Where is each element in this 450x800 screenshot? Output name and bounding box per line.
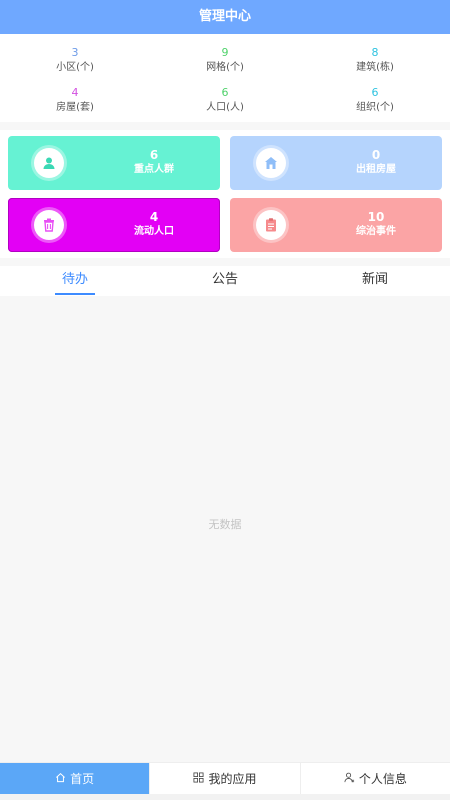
user-icon — [344, 772, 355, 786]
stat-value: 9 — [221, 46, 229, 59]
bottom-tabbar: 首页 我的应用 个人信息 — [0, 762, 450, 794]
stat-community[interactable]: 3 小区(个) — [0, 40, 150, 80]
tab-news[interactable]: 新闻 — [300, 266, 450, 296]
card-label: 出租房屋 — [356, 164, 396, 175]
tabbar-home[interactable]: 首页 — [0, 763, 151, 794]
stat-population[interactable]: 6 人口(人) — [150, 80, 300, 120]
grid-icon — [193, 772, 204, 786]
stat-value: 8 — [371, 46, 379, 59]
card-value: 4 — [149, 210, 159, 224]
page-title: 管理中心 — [198, 9, 251, 24]
tab-todo[interactable]: 待办 — [0, 266, 150, 296]
tabbar-profile[interactable]: 个人信息 — [301, 763, 450, 794]
card-value: 10 — [367, 210, 385, 224]
trash-icon — [34, 210, 64, 240]
card-key-population[interactable]: 6 重点人群 — [8, 136, 220, 190]
stat-label: 小区(个) — [56, 62, 94, 73]
card-governance-events[interactable]: 10 综治事件 — [230, 198, 442, 252]
stat-building[interactable]: 8 建筑(栋) — [300, 40, 450, 80]
stat-value: 4 — [71, 86, 79, 99]
home-icon — [55, 772, 66, 786]
stat-label: 房屋(套) — [56, 102, 94, 113]
stats-panel: 3 小区(个) 9 网格(个) 8 建筑(栋) 4 房屋(套) 6 人口(人) … — [0, 34, 450, 122]
person-icon — [34, 148, 64, 178]
stat-house[interactable]: 4 房屋(套) — [0, 80, 150, 120]
stat-organization[interactable]: 6 组织(个) — [300, 80, 450, 120]
tabbar-label: 个人信息 — [358, 772, 407, 786]
stat-value: 6 — [371, 86, 379, 99]
empty-state: 无数据 — [208, 518, 242, 531]
card-floating-population[interactable]: 4 流动人口 — [8, 198, 220, 252]
card-label: 流动人口 — [134, 226, 174, 237]
tabbar-label: 首页 — [70, 772, 95, 786]
stat-label: 人口(人) — [206, 102, 244, 113]
summary-cards: 6 重点人群 0 出租房屋 4 流动人口 10 综治事件 — [0, 130, 450, 258]
card-rental-housing[interactable]: 0 出租房屋 — [230, 136, 442, 190]
tabbar-label: 我的应用 — [208, 772, 257, 786]
stat-value: 3 — [71, 46, 79, 59]
stat-grid[interactable]: 9 网格(个) — [150, 40, 300, 80]
stat-value: 6 — [221, 86, 229, 99]
stat-label: 网格(个) — [206, 62, 244, 73]
card-value: 0 — [371, 148, 381, 162]
tab-announcement[interactable]: 公告 — [150, 266, 300, 296]
bottom-safe-area — [0, 794, 450, 800]
stat-label: 建筑(栋) — [356, 62, 394, 73]
tabbar-my-apps[interactable]: 我的应用 — [150, 763, 301, 794]
content-tabs: 待办 公告 新闻 — [0, 266, 450, 296]
card-label: 综治事件 — [356, 226, 396, 237]
card-value: 6 — [149, 148, 159, 162]
app-header: 管理中心 — [0, 0, 450, 34]
clipboard-icon — [256, 210, 286, 240]
stat-label: 组织(个) — [356, 102, 394, 113]
card-label: 重点人群 — [134, 164, 174, 175]
house-icon — [256, 148, 286, 178]
